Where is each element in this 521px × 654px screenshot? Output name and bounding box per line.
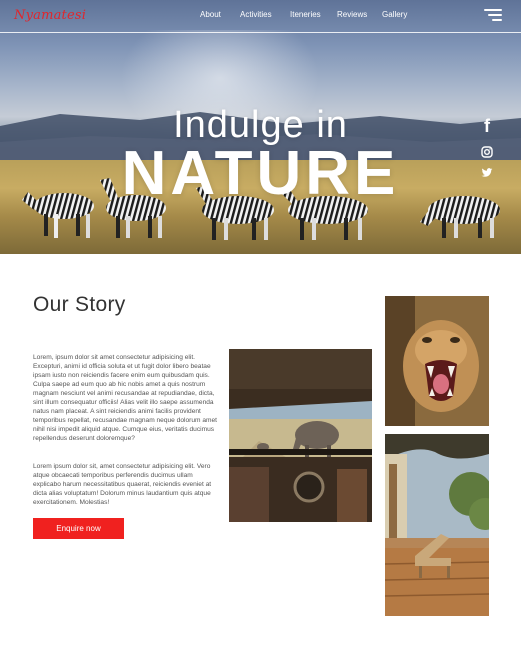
hero-title-line2: NATURE <box>121 139 400 208</box>
safari-vehicle-photo <box>229 349 372 522</box>
enquire-now-button[interactable]: Enquire now <box>33 518 124 539</box>
nav-reviews[interactable]: Reviews <box>337 10 367 19</box>
lodge-deck-photo <box>385 434 489 616</box>
story-title: Our Story <box>33 293 126 316</box>
story-paragraph-2: Lorem ipsum dolor sit, amet consectetur … <box>33 463 212 506</box>
header-divider <box>0 32 521 33</box>
nav-iteneries[interactable]: Iteneries <box>290 10 321 19</box>
hamburger-menu-icon[interactable] <box>484 9 502 21</box>
nav-activities[interactable]: Activities <box>240 10 272 19</box>
twitter-icon[interactable] <box>480 168 494 178</box>
lion-photo <box>385 296 489 426</box>
facebook-icon[interactable]: f <box>480 116 494 137</box>
nav-about[interactable]: About <box>200 10 221 19</box>
nav-gallery[interactable]: Gallery <box>382 10 407 19</box>
story-paragraph-1: Lorem, ipsum dolor sit amet consectetur … <box>33 354 217 442</box>
hero-banner: Nyamatesi About Activities Iteneries Rev… <box>0 0 521 254</box>
site-logo[interactable]: Nyamatesi <box>14 8 86 23</box>
instagram-icon[interactable] <box>480 146 494 158</box>
